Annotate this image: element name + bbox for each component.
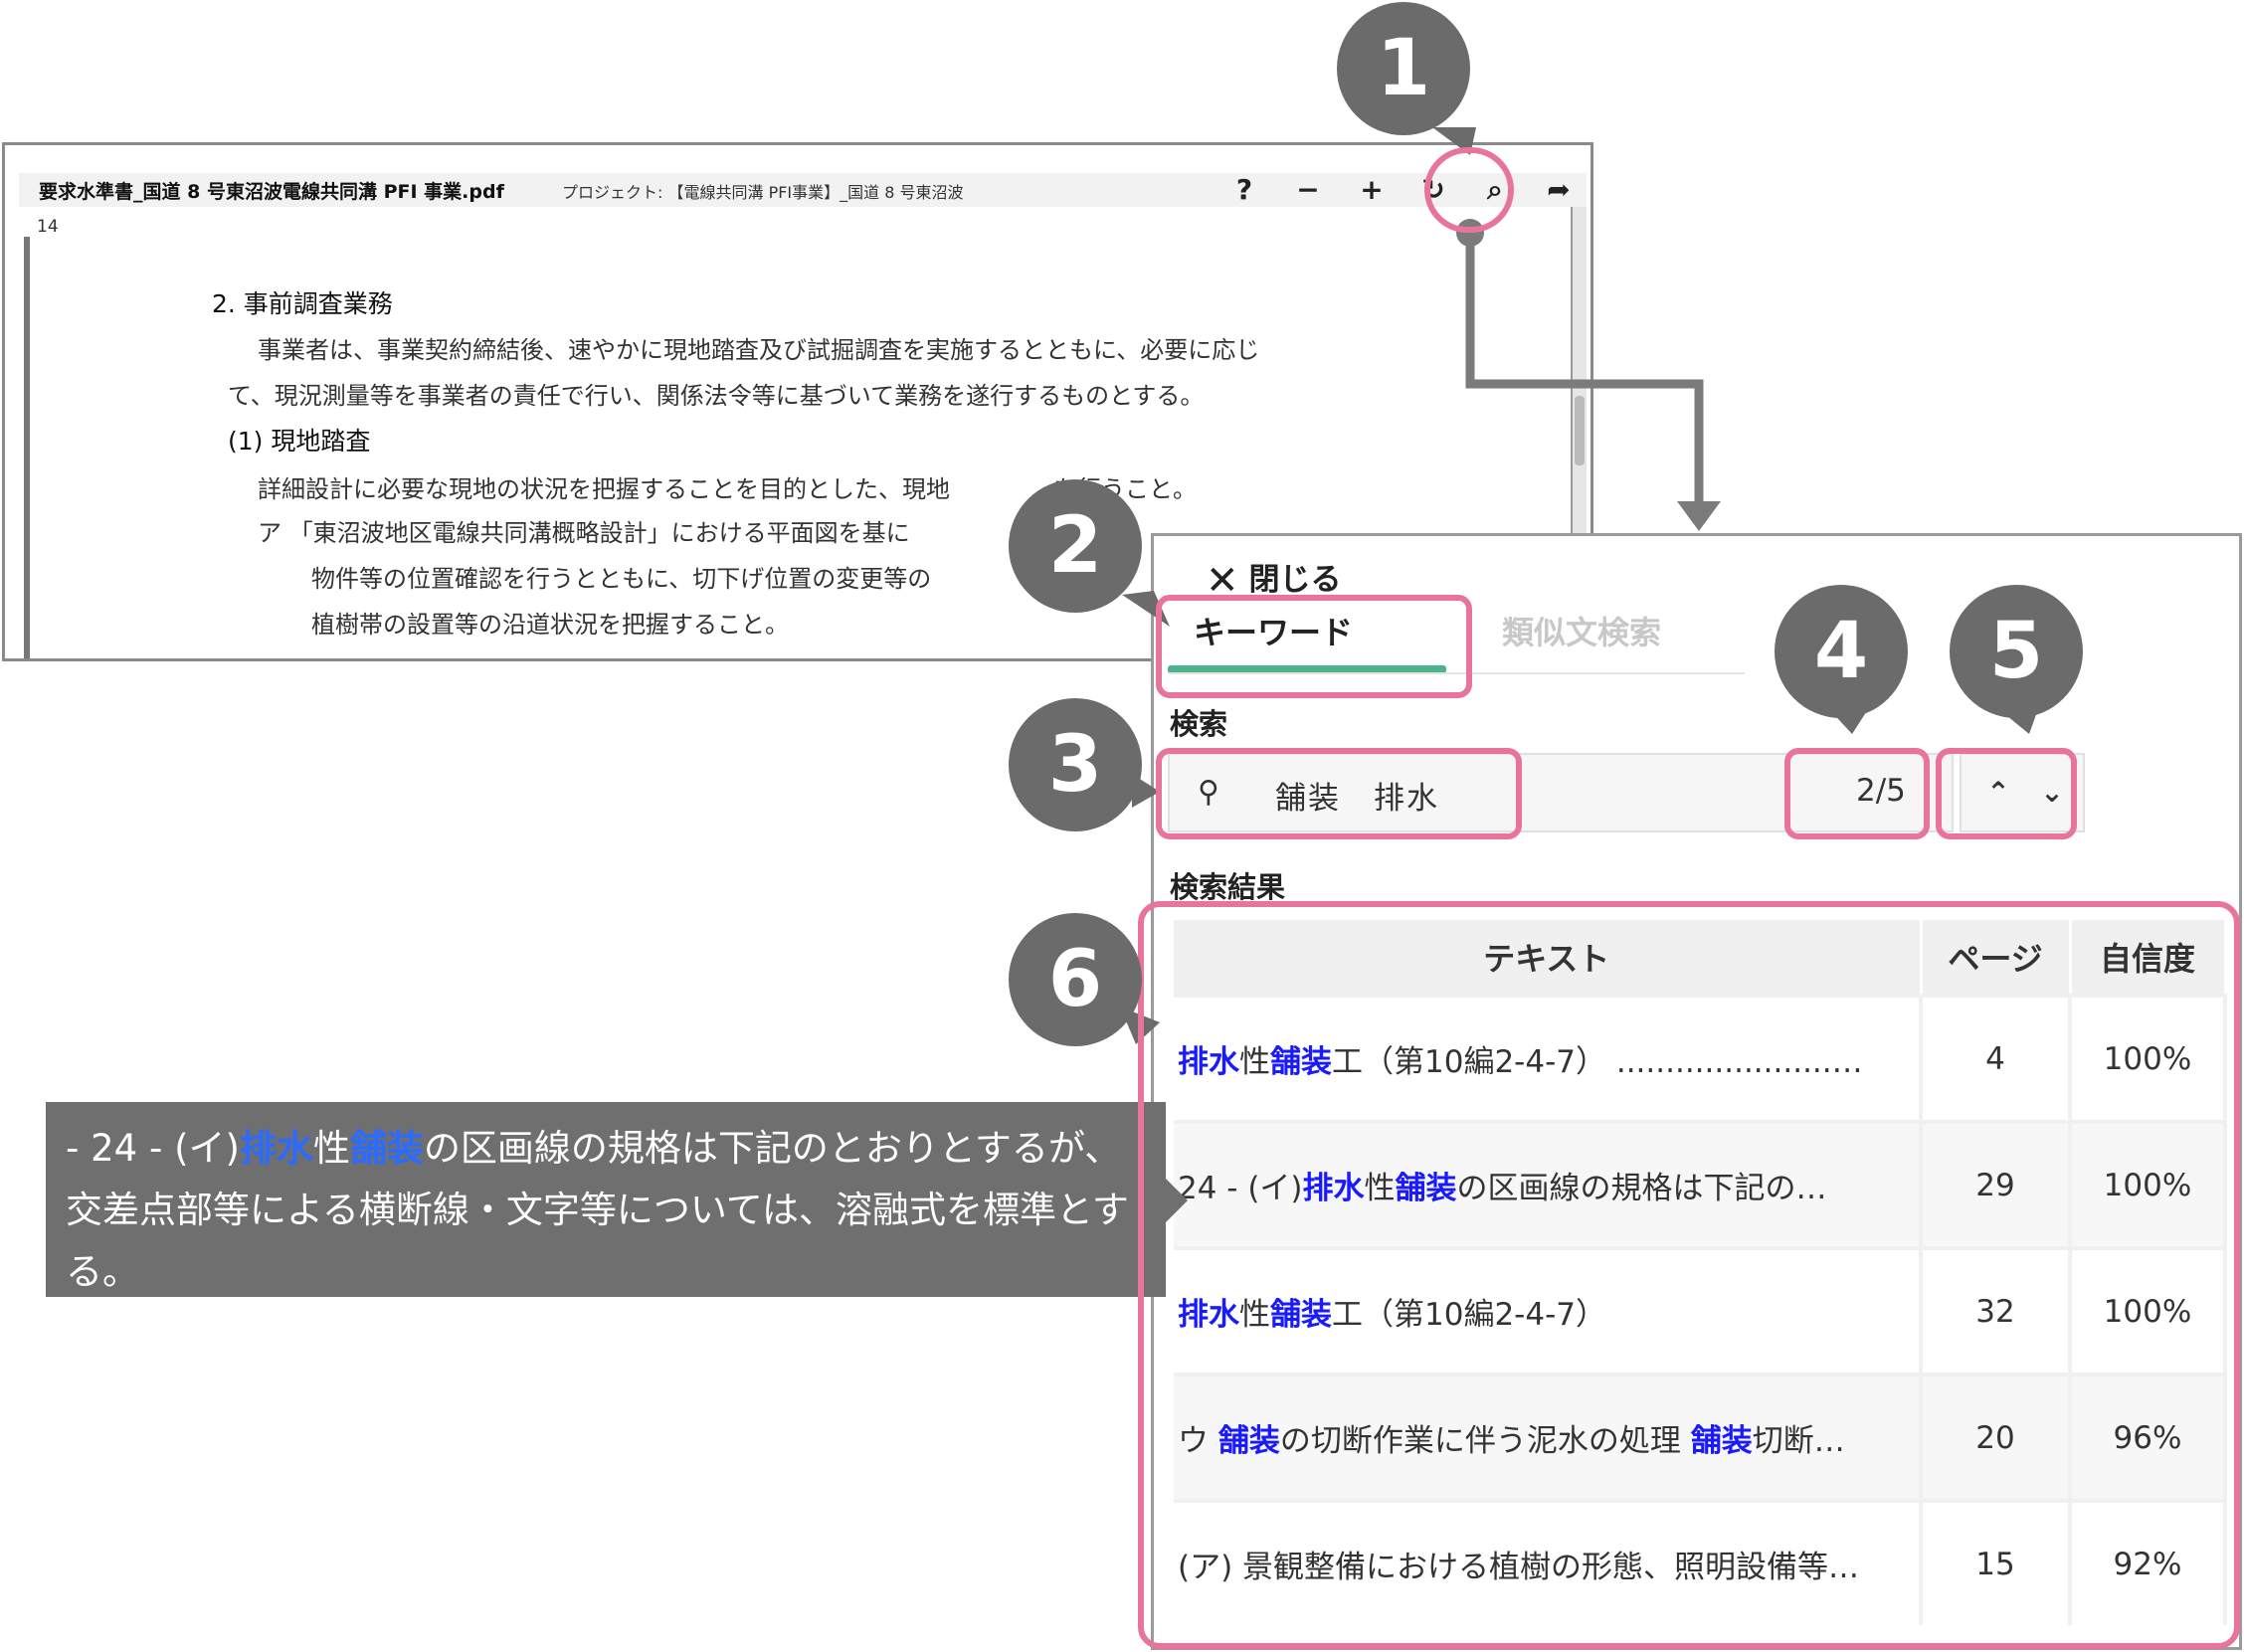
highlight-match-counter — [1784, 748, 1930, 839]
zoom-out-icon[interactable]: − — [1288, 173, 1328, 207]
subsection-heading: (1) 現地踏査 — [228, 427, 371, 456]
scrollbar-thumb[interactable] — [1575, 396, 1585, 465]
callout-badge-2: 2 — [1009, 479, 1142, 613]
callout-badge-6: 6 — [1009, 913, 1142, 1046]
document-line: て、現況測量等を事業者の責任で行い、関係法令等に基づいて業務を遂行するものとする… — [228, 382, 1205, 410]
callout-badge-3: 3 — [1009, 698, 1142, 831]
highlight-keyword-tab — [1156, 595, 1472, 698]
section-heading: 2. 事前調査業務 — [212, 289, 393, 318]
highlight-match-navigation — [1936, 748, 2077, 839]
help-icon[interactable]: ? — [1224, 173, 1264, 207]
share-icon[interactable]: ➦ — [1539, 173, 1579, 207]
project-name: プロジェクト: 【電線共同溝 PFI事業】_国道 8 号東沼波 — [562, 183, 964, 202]
document-line: 事業者は、事業契約締結後、速やかに現地踏査及び試掘調査を実施するとともに、必要に… — [258, 336, 1260, 364]
viewer-top-bar — [5, 145, 1590, 175]
connector-arrowhead — [1677, 501, 1721, 531]
document-line: 植樹帯の設置等の沿道状況を把握すること。 — [311, 611, 789, 639]
callout-badge-4: 4 — [1775, 585, 1908, 718]
text-segment: - 24 - (イ) — [66, 1127, 240, 1170]
viewer-toolbar: 要求水準書_国道 8 号東沼波電線共同溝 PFI 事業.pdf プロジェクト: … — [19, 173, 1587, 208]
result-preview-tooltip: - 24 - (イ)排水性舗装の区画線の規格は下記のとおりとするが、交差点部等に… — [46, 1102, 1166, 1297]
page-number: 14 — [37, 217, 59, 237]
document-line: 物件等の位置確認を行うとともに、切下げ位置の変更等の — [311, 565, 932, 593]
tab-similar-sentence[interactable]: 類似文検索 — [1502, 602, 1661, 663]
document-line: ア 「東沼波地区電線共同溝概略設計」における平面図を基に — [258, 519, 910, 547]
close-label: 閉じる — [1248, 562, 1342, 598]
callout-badge-5: 5 — [1950, 585, 2083, 718]
text-segment: 性 — [312, 1127, 350, 1170]
results-label: 検索結果 — [1170, 870, 1286, 904]
document-title: 要求水準書_国道 8 号東沼波電線共同溝 PFI 事業.pdf — [39, 181, 504, 203]
keyword-highlight: 排水 — [239, 1127, 313, 1170]
page-left-rule — [24, 237, 30, 658]
search-label: 検索 — [1170, 707, 1228, 741]
highlight-search-icon — [1424, 147, 1514, 233]
highlight-results-table — [1138, 901, 2240, 1649]
callout-badge-1: 1 — [1337, 2, 1470, 135]
highlight-search-input — [1156, 748, 1522, 839]
document-line: 詳細設計に必要な現地の状況を把握することを目的とした、現地 — [258, 475, 950, 503]
zoom-in-icon[interactable]: + — [1352, 173, 1392, 207]
keyword-highlight: 舗装 — [349, 1127, 424, 1170]
